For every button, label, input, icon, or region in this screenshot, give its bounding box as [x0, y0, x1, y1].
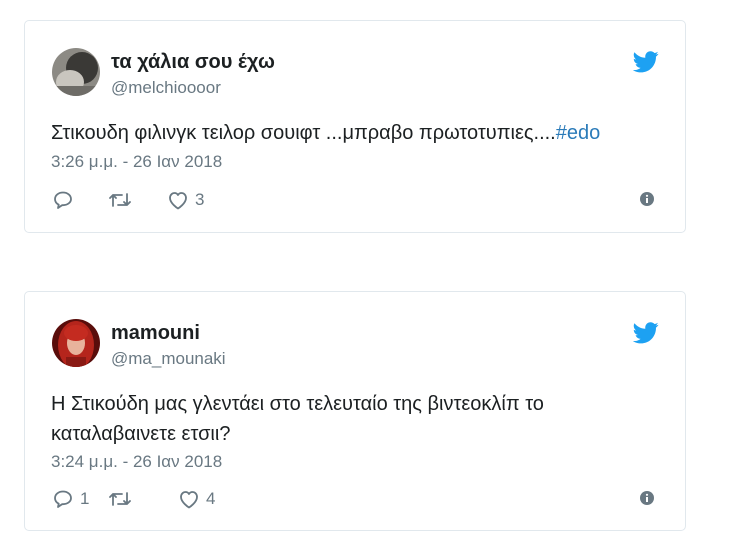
hashtag-link[interactable]: #edo: [556, 122, 601, 144]
heart-icon: [169, 192, 187, 210]
reply-button[interactable]: [51, 188, 80, 212]
retweet-icon: [109, 193, 131, 207]
embedded-tweet: τα χάλια σου έχω @melchioooor Στικουδη φ…: [24, 20, 686, 233]
display-name[interactable]: mamouni: [111, 322, 200, 345]
info-icon[interactable]: [639, 490, 655, 506]
like-button[interactable]: 4: [177, 487, 215, 511]
retweet-icon: [109, 492, 131, 506]
tweet-text-body: Στικουδη φιλινγκ τειλορ σουιφτ ...μπραβο…: [51, 122, 556, 144]
like-count: 4: [206, 489, 216, 508]
reply-icon: [54, 191, 72, 209]
user-handle[interactable]: @melchioooor: [111, 78, 221, 98]
reply-count: 1: [80, 489, 90, 508]
embedded-tweet: mamouni @ma_mounaki Η Στικούδη μας γλεντ…: [24, 291, 686, 531]
timestamp[interactable]: 3:26 μ.μ. - 26 Ιαν 2018: [51, 152, 222, 172]
reply-button[interactable]: 1: [51, 487, 89, 511]
twitter-bird-icon[interactable]: [633, 51, 659, 73]
retweet-button[interactable]: [107, 188, 138, 212]
info-icon[interactable]: [639, 191, 655, 207]
timestamp[interactable]: 3:24 μ.μ. - 26 Ιαν 2018: [51, 452, 222, 472]
twitter-bird-icon[interactable]: [633, 322, 659, 344]
avatar[interactable]: [52, 319, 100, 367]
like-button[interactable]: 3: [166, 188, 204, 212]
tweet-text: Στικουδη φιλινγκ τειλορ σουιφτ ...μπραβο…: [51, 118, 645, 148]
like-count: 3: [195, 190, 205, 209]
avatar[interactable]: [52, 48, 100, 96]
reply-icon: [54, 490, 72, 508]
heart-icon: [180, 491, 198, 509]
tweet-text: Η Στικούδη μας γλεντάει στο τελευταίο τη…: [51, 389, 645, 449]
user-handle[interactable]: @ma_mounaki: [111, 349, 226, 369]
display-name[interactable]: τα χάλια σου έχω: [111, 51, 275, 74]
retweet-button[interactable]: [107, 487, 138, 511]
tweet-text-body: Η Στικούδη μας γλεντάει στο τελευταίο τη…: [51, 393, 544, 445]
